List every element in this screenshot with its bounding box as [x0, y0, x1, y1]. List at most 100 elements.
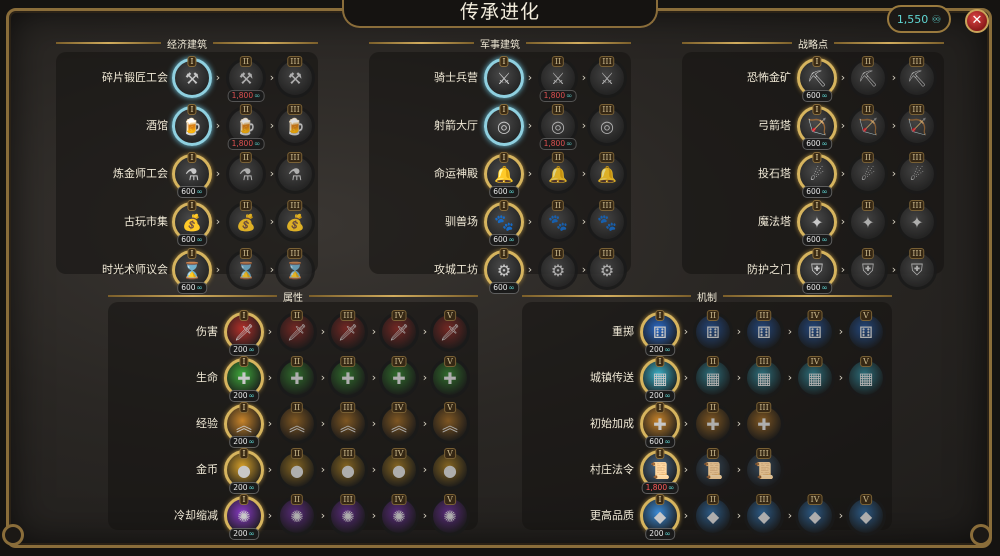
attributes-node-0-lvl4[interactable]: 🗡 IV	[379, 310, 419, 352]
economy-node-1-lvl2[interactable]: 🍺 II 1,800∞	[226, 104, 266, 150]
strategy-node-3-lvl1[interactable]: ✦ I 600∞	[797, 200, 837, 246]
attributes-node-1-lvl3[interactable]: ✚ III	[328, 356, 368, 398]
economy-node-4-lvl1[interactable]: ⌛ I 600∞	[172, 248, 212, 294]
military-node-1-lvl3[interactable]: ◎ III	[587, 104, 627, 146]
mechanics-node-4-lvl3[interactable]: ◆ III	[744, 494, 784, 536]
strategy-node-4-lvl1[interactable]: ⛨ I 600∞	[797, 248, 837, 294]
attributes-node-4-lvl5[interactable]: ✺ V	[430, 494, 470, 536]
economy-node-2-lvl3[interactable]: ⚗ III	[275, 152, 315, 194]
military-node-2-lvl2[interactable]: 🔔 II	[538, 152, 578, 194]
strategy-node-0-lvl3[interactable]: ⛏ III	[897, 56, 937, 98]
bag-icon: 💰	[285, 212, 305, 232]
attributes-node-1-lvl2[interactable]: ✚ II	[277, 356, 317, 398]
mechanics-node-0-lvl3[interactable]: ⚅ III	[744, 310, 784, 352]
economy-node-2-lvl1[interactable]: ⚗ I 600∞	[172, 152, 212, 198]
strategy-node-2-lvl3[interactable]: ☄ III	[897, 152, 937, 194]
strategy-node-0-lvl2[interactable]: ⛏ II	[848, 56, 888, 98]
attributes-node-1-lvl5[interactable]: ✚ V	[430, 356, 470, 398]
military-node-3-lvl3[interactable]: 🐾 III	[587, 200, 627, 242]
military-node-1-lvl1[interactable]: ◎ I	[484, 104, 524, 146]
gem-icon: ∞	[196, 235, 203, 244]
mechanics-node-3-lvl2[interactable]: 📜 II	[693, 448, 733, 490]
mechanics-node-4-lvl2[interactable]: ◆ II	[693, 494, 733, 536]
strategy-node-2-lvl1[interactable]: ☄ I 600∞	[797, 152, 837, 198]
military-node-3-lvl1[interactable]: 🐾 I 600∞	[484, 200, 524, 246]
attributes-node-3-lvl4[interactable]: ● IV	[379, 448, 419, 490]
attributes-node-1-lvl1[interactable]: ✚ I 200∞	[224, 356, 264, 402]
attributes-node-2-lvl5[interactable]: ︽ V	[430, 402, 470, 444]
military-node-4-lvl3[interactable]: ⚙ III	[587, 248, 627, 290]
military-node-3-lvl2[interactable]: 🐾 II	[538, 200, 578, 242]
economy-node-3-lvl3[interactable]: 💰 III	[275, 200, 315, 242]
attributes-node-0-lvl5[interactable]: 🗡 V	[430, 310, 470, 352]
level-badge: III	[756, 356, 772, 367]
economy-node-0-lvl3[interactable]: ⚒ III	[275, 56, 315, 98]
economy-node-1-lvl3[interactable]: 🍺 III	[275, 104, 315, 146]
economy-node-4-lvl2[interactable]: ⌛ II	[226, 248, 266, 290]
mechanics-node-0-lvl5[interactable]: ⚅ V	[846, 310, 886, 352]
strategy-node-4-lvl3[interactable]: ⛨ III	[897, 248, 937, 290]
attributes-node-0-lvl1[interactable]: 🗡 I 200∞	[224, 310, 264, 356]
strategy-node-3-lvl3[interactable]: ✦ III	[897, 200, 937, 242]
attributes-node-1-lvl4[interactable]: ✚ IV	[379, 356, 419, 398]
mechanics-node-2-lvl1[interactable]: ✚ I 600∞	[640, 402, 680, 448]
economy-node-0-lvl2[interactable]: ⚒ II 1,800∞	[226, 56, 266, 102]
flask-icon: ⚗	[287, 164, 303, 184]
mechanics-node-0-lvl2[interactable]: ⚅ II	[693, 310, 733, 352]
military-node-4-lvl1[interactable]: ⚙ I 600∞	[484, 248, 524, 294]
military-node-0-lvl1[interactable]: ⚔ I	[484, 56, 524, 98]
military-node-1-lvl2[interactable]: ◎ II 1,800∞	[538, 104, 578, 150]
mechanics-node-1-lvl5[interactable]: ▦ V	[846, 356, 886, 398]
military-node-2-lvl1[interactable]: 🔔 I 600∞	[484, 152, 524, 198]
military-node-4-lvl2[interactable]: ⚙ II	[538, 248, 578, 290]
attributes-node-0-lvl3[interactable]: 🗡 III	[328, 310, 368, 352]
mechanics-node-3-lvl1[interactable]: 📜 I 1,800∞	[640, 448, 680, 494]
anvil-icon: ⚒	[184, 68, 200, 88]
close-button[interactable]: ✕	[965, 9, 989, 33]
attributes-node-2-lvl1[interactable]: ︽ I 200∞	[224, 402, 264, 448]
mechanics-node-4-lvl4[interactable]: ◆ IV	[795, 494, 835, 536]
attributes-node-4-lvl2[interactable]: ✺ II	[277, 494, 317, 536]
attributes-node-2-lvl3[interactable]: ︽ III	[328, 402, 368, 444]
strategy-node-0-lvl1[interactable]: ⛏ I 600∞	[797, 56, 837, 102]
gem-icon: ∞	[248, 391, 255, 400]
strategy-node-4-lvl2[interactable]: ⛨ II	[848, 248, 888, 290]
mechanics-node-1-lvl4[interactable]: ▦ IV	[795, 356, 835, 398]
economy-node-3-lvl1[interactable]: 💰 I 600∞	[172, 200, 212, 246]
attributes-node-3-lvl5[interactable]: ● V	[430, 448, 470, 490]
military-node-2-lvl3[interactable]: 🔔 III	[587, 152, 627, 194]
mechanics-node-2-lvl2[interactable]: ✚ II	[693, 402, 733, 444]
attributes-node-4-lvl3[interactable]: ✺ III	[328, 494, 368, 536]
attributes-node-4-lvl1[interactable]: ✺ I 200∞	[224, 494, 264, 540]
attributes-node-2-lvl2[interactable]: ︽ II	[277, 402, 317, 444]
mechanics-node-1-lvl2[interactable]: ▦ II	[693, 356, 733, 398]
attributes-node-2-lvl4[interactable]: ︽ IV	[379, 402, 419, 444]
military-node-0-lvl2[interactable]: ⚔ II 1,800∞	[538, 56, 578, 102]
attributes-node-3-lvl1[interactable]: ● I 200∞	[224, 448, 264, 494]
chevron-right-icon: ›	[840, 215, 846, 228]
chevron-right-icon: ›	[787, 325, 793, 338]
strategy-node-3-lvl2[interactable]: ✦ II	[848, 200, 888, 242]
economy-node-4-lvl3[interactable]: ⌛ III	[275, 248, 315, 290]
attributes-node-3-lvl3[interactable]: ● III	[328, 448, 368, 490]
mechanics-node-3-lvl3[interactable]: 📜 III	[744, 448, 784, 490]
strategy-node-1-lvl3[interactable]: 🏹 III	[897, 104, 937, 146]
attributes-node-4-lvl4[interactable]: ✺ IV	[379, 494, 419, 536]
strategy-node-1-lvl1[interactable]: 🏹 I 600∞	[797, 104, 837, 150]
mechanics-node-4-lvl5[interactable]: ◆ V	[846, 494, 886, 536]
economy-node-0-lvl1[interactable]: ⚒ I	[172, 56, 212, 98]
economy-node-2-lvl2[interactable]: ⚗ II	[226, 152, 266, 194]
mechanics-node-1-lvl1[interactable]: ▦ I 200∞	[640, 356, 680, 402]
mechanics-node-0-lvl1[interactable]: ⚅ I 200∞	[640, 310, 680, 356]
mechanics-node-2-lvl3[interactable]: ✚ III	[744, 402, 784, 444]
strategy-node-2-lvl2[interactable]: ☄ II	[848, 152, 888, 194]
mechanics-node-4-lvl1[interactable]: ◆ I 200∞	[640, 494, 680, 540]
attributes-node-0-lvl2[interactable]: 🗡 II	[277, 310, 317, 352]
mechanics-node-1-lvl3[interactable]: ▦ III	[744, 356, 784, 398]
mechanics-node-0-lvl4[interactable]: ⚅ IV	[795, 310, 835, 352]
economy-node-3-lvl2[interactable]: 💰 II	[226, 200, 266, 242]
strategy-node-1-lvl2[interactable]: 🏹 II	[848, 104, 888, 146]
military-node-0-lvl3[interactable]: ⚔ III	[587, 56, 627, 98]
attributes-node-3-lvl2[interactable]: ● II	[277, 448, 317, 490]
economy-node-1-lvl1[interactable]: 🍺 I	[172, 104, 212, 146]
